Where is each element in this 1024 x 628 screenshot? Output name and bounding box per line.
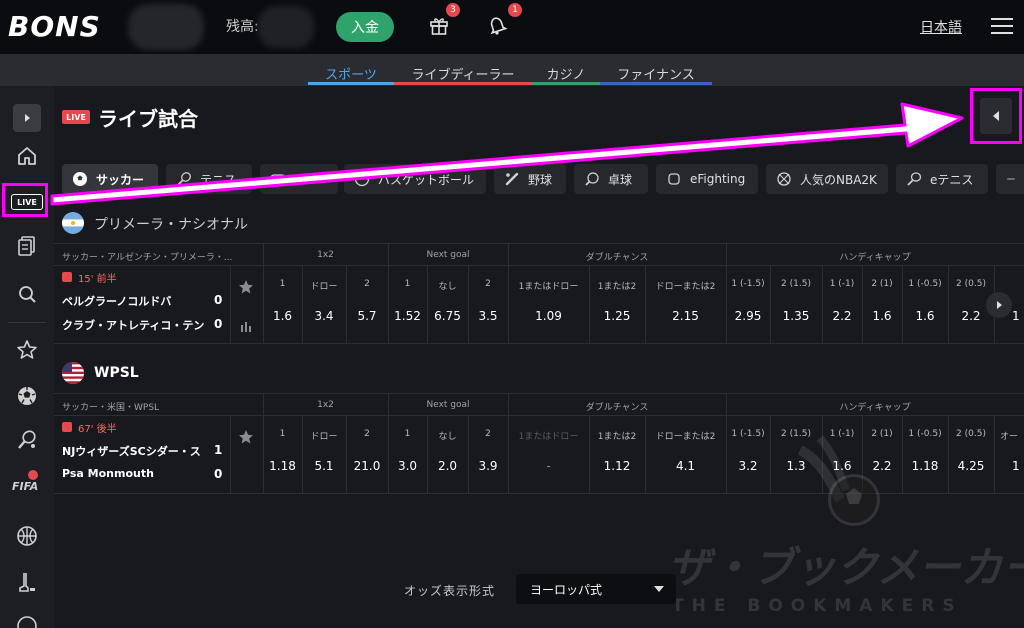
annotation-arrow xyxy=(50,102,964,206)
